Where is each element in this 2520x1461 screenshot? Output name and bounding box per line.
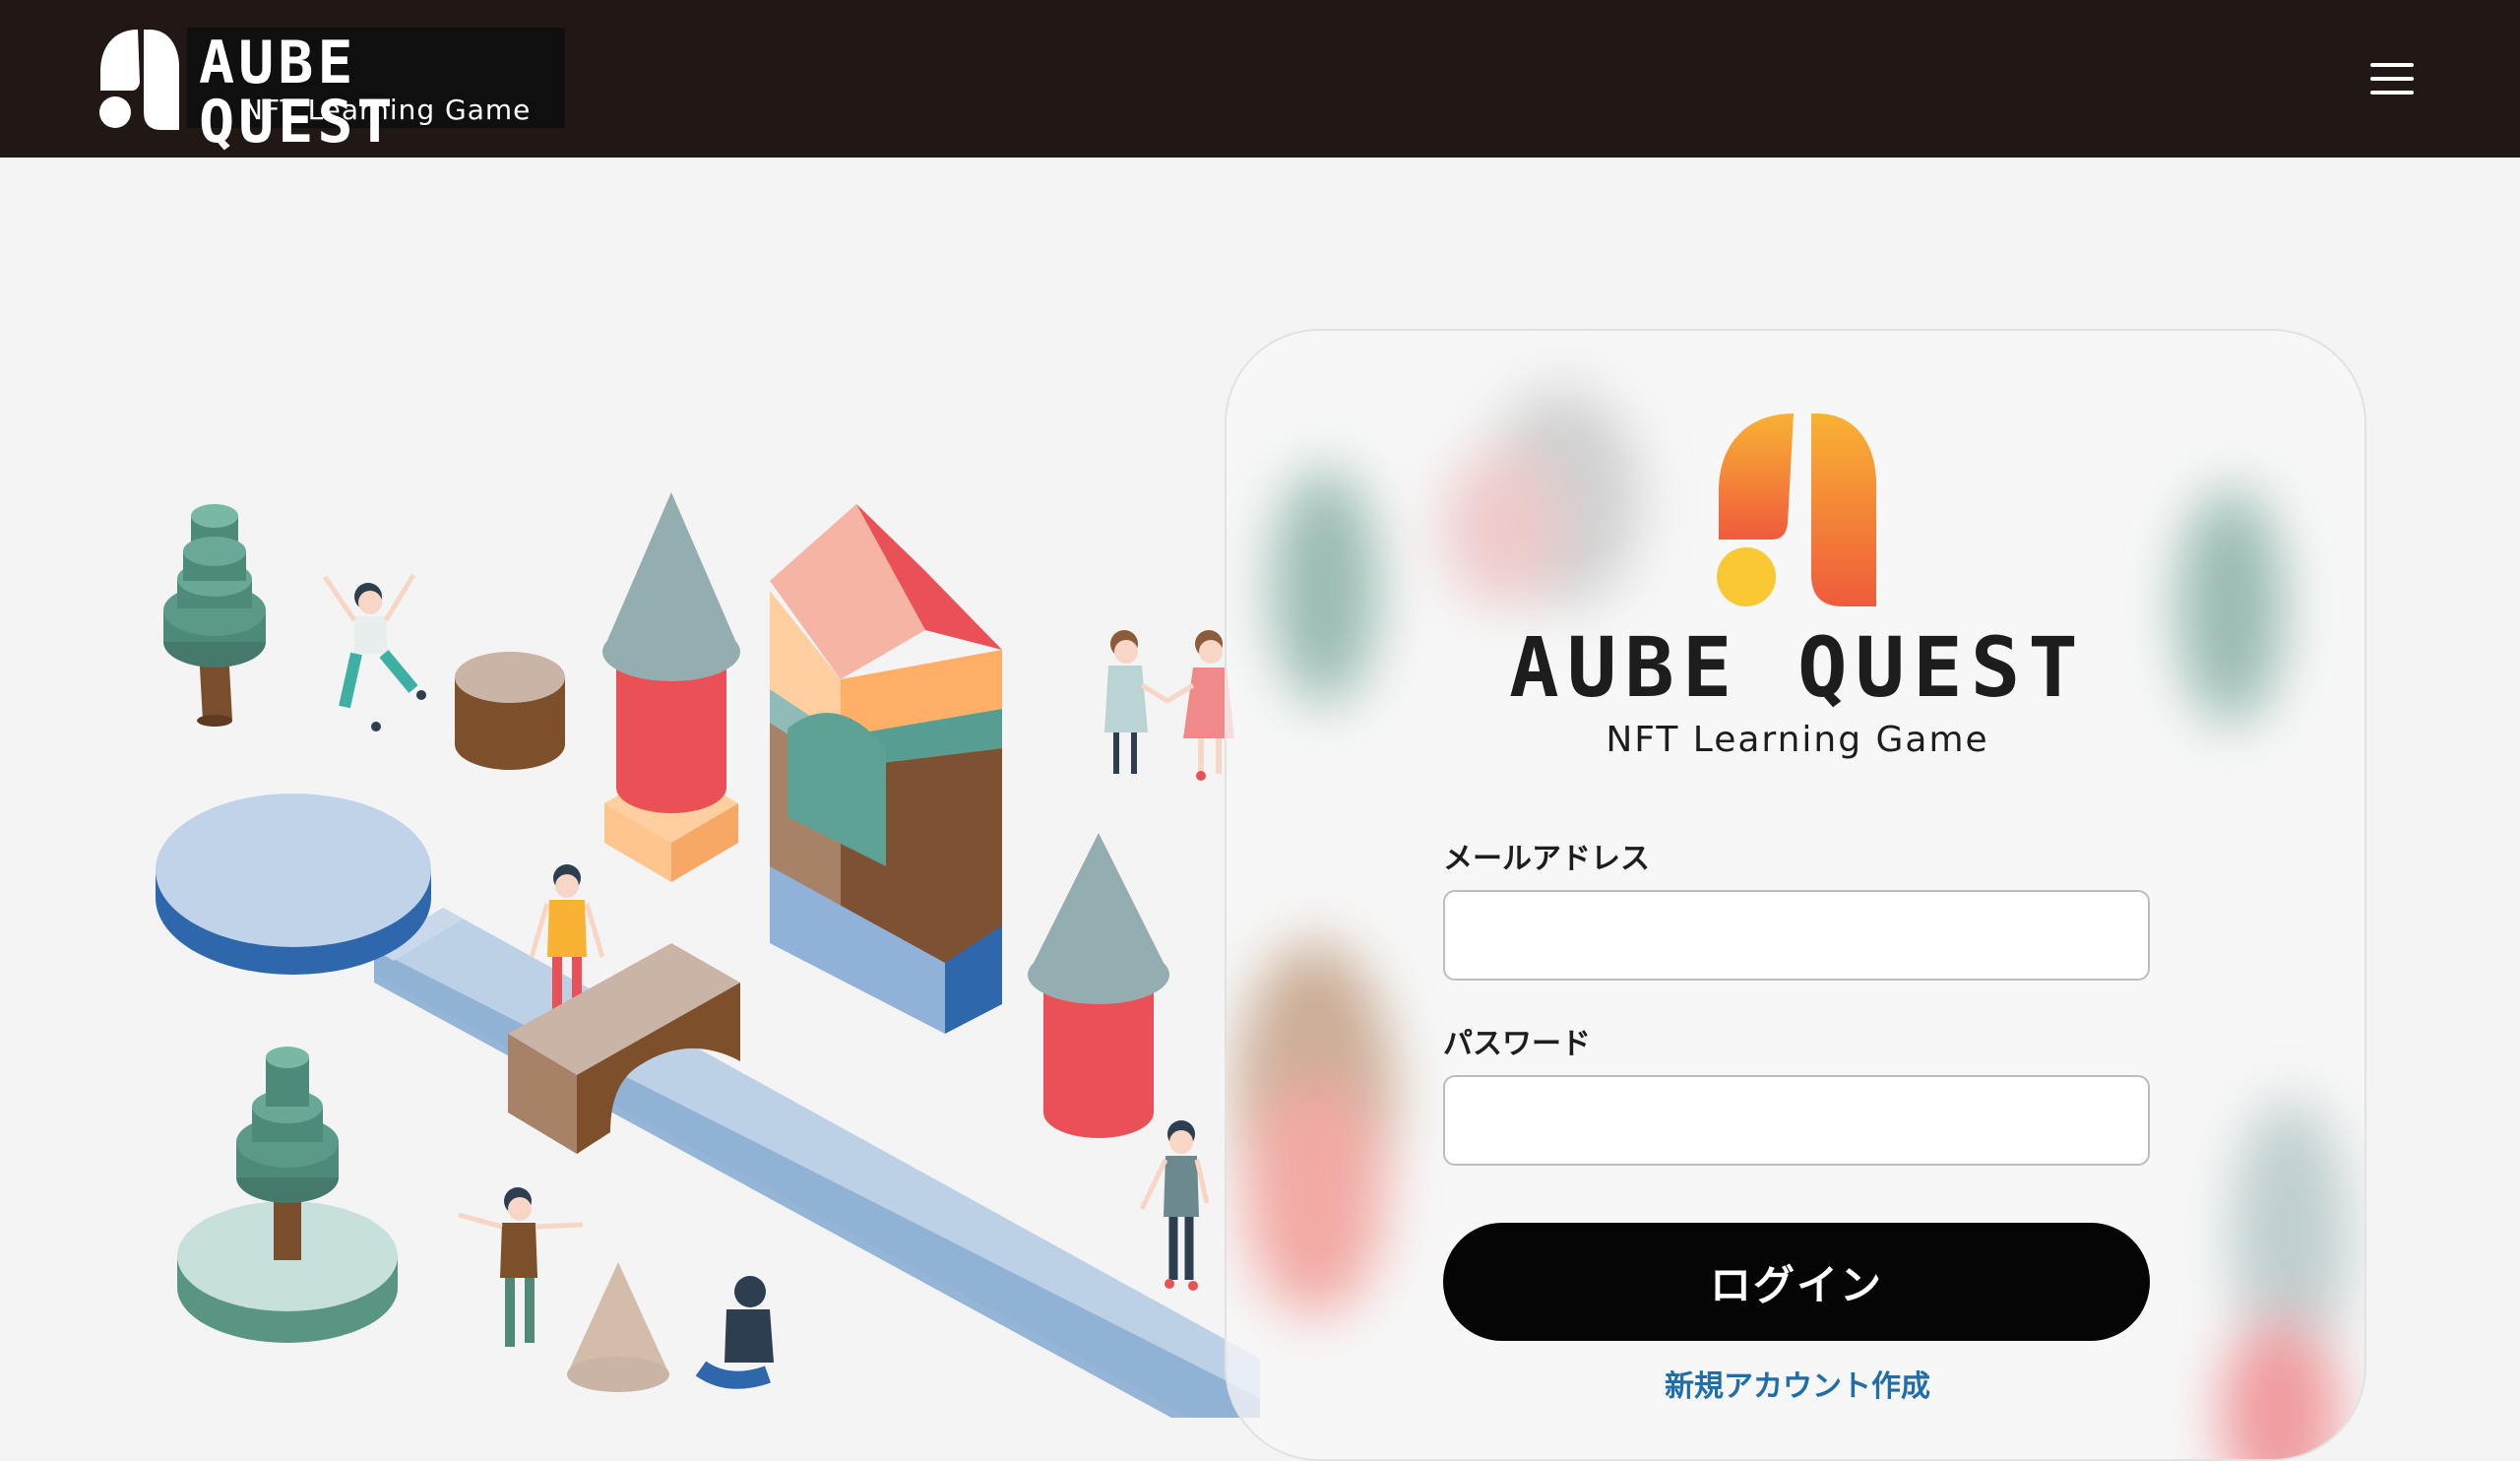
hero-illustration	[156, 492, 1260, 1418]
password-field[interactable]	[1443, 1075, 2150, 1166]
cone-tower	[602, 492, 740, 882]
logo-title: AUBE QUEST	[1509, 619, 2086, 716]
password-label: パスワード	[1443, 1027, 1591, 1061]
right-cone-tower	[1028, 833, 1169, 1138]
brown-cylinder	[455, 652, 565, 770]
child-arms-out-figure	[458, 1187, 584, 1347]
create-account-link[interactable]: 新規アカウント作成	[1227, 1372, 2364, 1402]
standing-child-gray	[1139, 1120, 1210, 1291]
login-card: AUBE QUEST NFT Learning Game メールアドレス パスワ…	[1225, 329, 2366, 1461]
seated-child-figure	[695, 1276, 774, 1389]
brand-text: AUBE QUEST NFT Learning Game	[187, 28, 565, 152]
email-label: メールアドレス	[1443, 842, 1650, 876]
aube-logo-color-icon	[1717, 413, 1876, 606]
logo-subtitle: NFT Learning Game	[1606, 720, 1989, 760]
beige-cone	[567, 1262, 669, 1392]
two-children-figures	[1104, 630, 1234, 781]
login-form: AUBE QUEST NFT Learning Game メールアドレス パスワ…	[1227, 331, 2364, 1459]
hamburger-menu-icon[interactable]	[2370, 59, 2418, 98]
email-field[interactable]	[1443, 890, 2150, 981]
tree-bottom-left	[177, 1047, 398, 1343]
brand-title: AUBE QUEST	[199, 29, 397, 157]
login-button[interactable]: ログイン	[1443, 1223, 2150, 1341]
aube-logo-mark-icon	[99, 30, 179, 130]
brand-subtitle: NFT Learning Game	[242, 94, 532, 126]
arch-house-block	[770, 504, 1002, 1034]
jumping-child-figure	[322, 573, 426, 731]
top-navigation-bar: AUBE QUEST NFT Learning Game	[0, 0, 2520, 158]
tree-top-left	[163, 504, 266, 727]
blue-disc	[156, 794, 431, 975]
brand-logo[interactable]: AUBE QUEST NFT Learning Game	[98, 28, 565, 152]
